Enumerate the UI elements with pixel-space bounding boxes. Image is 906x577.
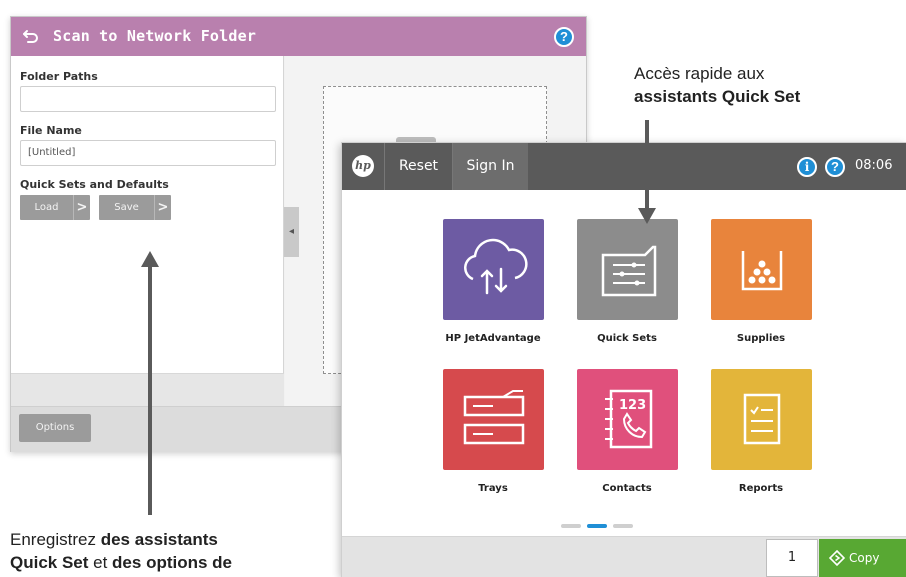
app-label-supplies: Supplies	[736, 333, 786, 344]
file-name-label: File Name	[20, 124, 82, 137]
arrow-down-icon	[638, 120, 656, 224]
save-button-label: Save	[114, 202, 139, 213]
reset-button[interactable]: Reset	[385, 143, 452, 190]
app-label-quick-sets: Quick Sets	[597, 333, 657, 344]
hp-logo: hp	[352, 155, 374, 177]
load-button[interactable]: Load >	[20, 195, 90, 220]
callout-bold-text: assistants Quick Set	[634, 87, 801, 106]
arrow-up-icon	[141, 251, 159, 515]
toner-icon	[741, 251, 783, 291]
home-bottom-bar: 1 Copy	[342, 536, 906, 577]
options-button[interactable]: Options	[19, 414, 91, 442]
app-tile-quick-sets[interactable]	[577, 219, 678, 320]
callout-bold-text: Quick Set	[10, 553, 89, 572]
back-arrow-icon[interactable]	[21, 26, 41, 46]
folder-settings-icon	[601, 245, 657, 297]
page-dot[interactable]	[613, 524, 633, 528]
callout-regular-text: et	[88, 553, 113, 572]
app-tile-reports[interactable]	[711, 369, 812, 470]
app-tile-contacts[interactable]: 123	[577, 369, 678, 470]
callout-save-quick-sets: Enregistrez des assistants Quick Set et …	[10, 528, 232, 574]
folder-paths-input[interactable]	[20, 86, 276, 112]
scan-window-header: Scan to Network Folder ?	[11, 17, 586, 56]
callout-line: Enregistrez des assistants	[10, 528, 232, 551]
copy-button[interactable]: Copy	[819, 539, 906, 577]
paper-tray-icon	[463, 390, 525, 445]
callout-line: Accès rapide aux	[634, 64, 765, 83]
callout-line: Quick Set et des options de	[10, 551, 232, 574]
home-top-bar: hp Reset Sign In i ? 08:06	[342, 143, 906, 190]
load-button-label: Load	[34, 202, 59, 213]
copy-button-label: Copy	[849, 551, 880, 565]
callout-line-bold: assistants Quick Set	[634, 85, 800, 108]
help-icon[interactable]: ?	[825, 157, 845, 177]
app-label-trays: Trays	[478, 483, 508, 494]
app-tile-trays[interactable]	[443, 369, 544, 470]
app-label-contacts: Contacts	[602, 483, 652, 494]
callout-quick-sets-access: Accès rapide aux assistants Quick Set	[634, 62, 800, 108]
page-dot[interactable]	[561, 524, 581, 528]
callout-bold-text: des options de	[112, 553, 233, 572]
checklist-icon	[743, 393, 781, 445]
app-label-hp-jetadvantage: HP JetAdvantage	[445, 333, 541, 344]
scan-help-icon[interactable]: ?	[554, 27, 574, 47]
svg-text:123: 123	[619, 398, 646, 413]
file-name-input[interactable]: [Untitled]	[20, 140, 276, 166]
quick-sets-defaults-label: Quick Sets and Defaults	[20, 178, 169, 191]
sign-in-button[interactable]: Sign In	[453, 143, 528, 190]
callout-regular-text: Enregistrez	[10, 530, 101, 549]
callout-bold-text: des assistants	[100, 530, 218, 549]
home-screen-window: hp Reset Sign In i ? 08:06 HP JetAdvanta…	[341, 142, 906, 577]
copies-count-input[interactable]: 1	[766, 539, 818, 577]
clock: 08:06	[855, 158, 893, 173]
address-book-icon: 123	[605, 389, 653, 449]
folder-paths-label: Folder Paths	[20, 70, 98, 83]
app-tile-supplies[interactable]	[711, 219, 812, 320]
collapse-panel-handle[interactable]: ◂	[284, 207, 299, 257]
info-icon[interactable]: i	[797, 157, 817, 177]
scan-window-title: Scan to Network Folder	[53, 27, 257, 45]
chevron-right-icon: >	[154, 195, 171, 220]
save-button[interactable]: Save >	[99, 195, 171, 220]
page-dot-active[interactable]	[587, 524, 607, 528]
app-label-reports: Reports	[738, 483, 784, 494]
start-diamond-icon	[829, 550, 845, 566]
cloud-sync-icon	[464, 238, 528, 295]
app-tile-hp-jetadvantage[interactable]	[443, 219, 544, 320]
chevron-right-icon: >	[73, 195, 90, 220]
